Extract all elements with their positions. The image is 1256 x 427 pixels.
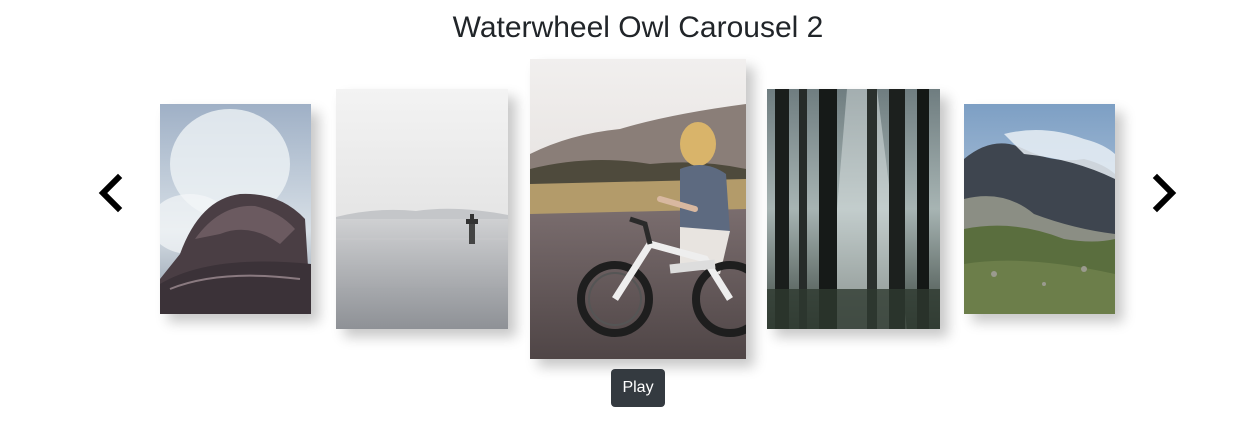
carousel-next-button[interactable] <box>1145 172 1185 216</box>
chevron-left-icon <box>98 173 123 213</box>
slide-image-forest <box>767 89 940 329</box>
slide-image-bike-rider <box>530 59 746 359</box>
carousel-slide-1[interactable] <box>160 104 311 314</box>
carousel-slide-5[interactable] <box>964 104 1115 314</box>
carousel-page: Waterwheel Owl Carousel 2 Play <box>0 0 1256 427</box>
carousel-slide-2[interactable] <box>336 89 508 329</box>
carousel-prev-button[interactable] <box>90 172 130 216</box>
carousel-slide-4[interactable] <box>767 89 940 329</box>
slide-image-foggy-sea <box>336 89 508 329</box>
slide-image-waves-rocks <box>160 104 311 314</box>
play-button[interactable]: Play <box>611 369 665 407</box>
chevron-right-icon <box>1152 173 1177 213</box>
page-title: Waterwheel Owl Carousel 2 <box>452 11 824 44</box>
carousel-slide-3[interactable] <box>530 59 746 359</box>
slide-image-mountains <box>964 104 1115 314</box>
